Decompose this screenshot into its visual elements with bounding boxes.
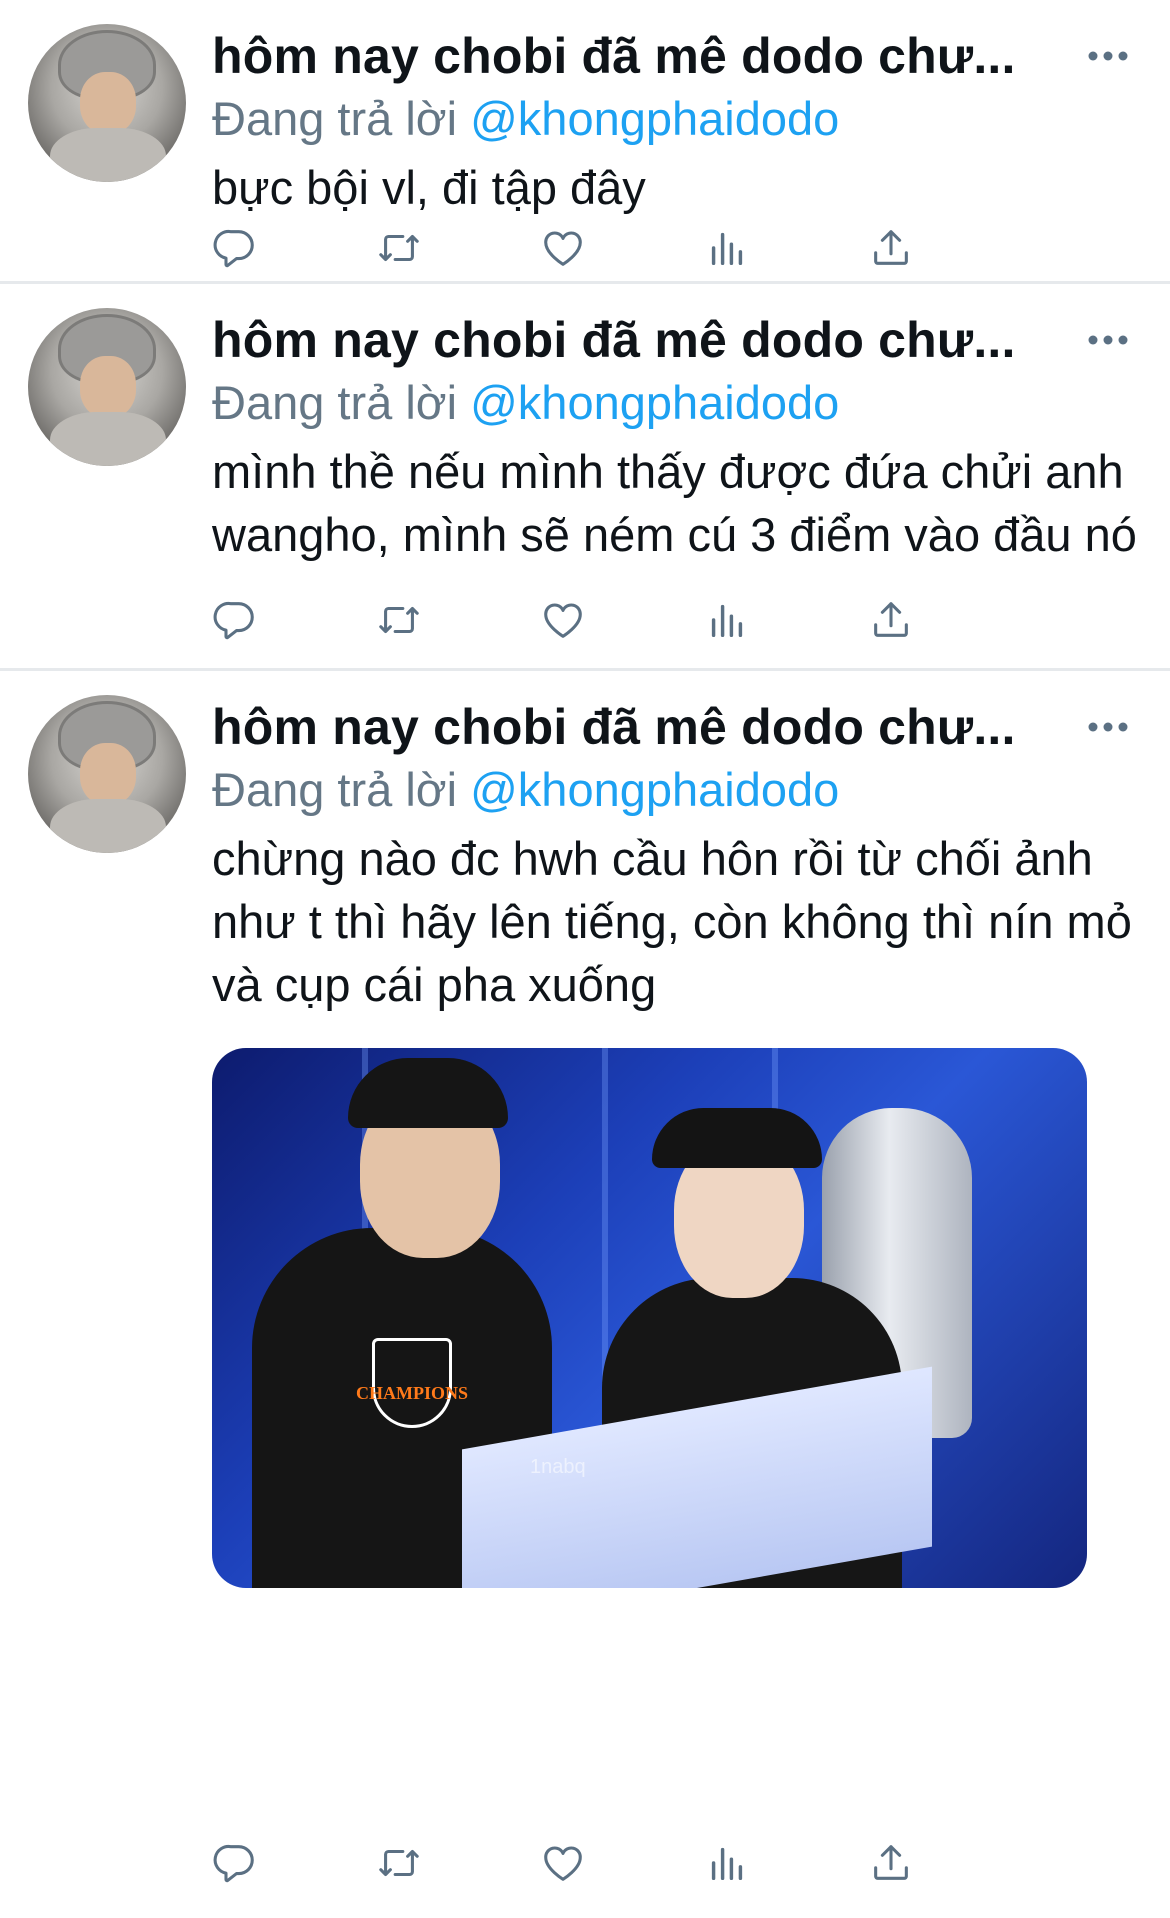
like-icon <box>544 603 582 638</box>
avatar-face <box>80 743 136 805</box>
reply-prefix: Đang trả lời <box>212 376 458 429</box>
share-icon <box>874 230 908 265</box>
analytics-icon <box>711 1847 743 1881</box>
reply-icon <box>213 1844 254 1883</box>
avatar-body <box>50 128 166 182</box>
tweet-actions <box>212 1833 1032 1893</box>
retweet-icon <box>379 1849 419 1877</box>
tweet-actions <box>212 218 1032 278</box>
person-left-cap <box>348 1058 508 1128</box>
tweet[interactable]: hôm nay chobi đã mê dodo chư... Đang trả… <box>0 0 1170 284</box>
reply-handle-link[interactable]: @khongphaidodo <box>470 92 839 145</box>
like-icon <box>544 231 582 266</box>
reply-icon <box>213 601 254 640</box>
reply-prefix: Đang trả lời <box>212 763 458 816</box>
tweet[interactable]: hôm nay chobi đã mê dodo chư... Đang trả… <box>0 671 1170 1918</box>
reply-icon <box>213 229 254 268</box>
tweet-photo[interactable]: CHAMPIONS 1nabq <box>212 1048 1087 1588</box>
analytics-icon <box>711 232 743 266</box>
avatar[interactable] <box>28 308 186 466</box>
retweet-button[interactable] <box>376 1833 540 1893</box>
share-icon <box>874 1845 908 1880</box>
reply-button[interactable] <box>212 590 376 650</box>
analytics-button[interactable] <box>704 218 868 278</box>
photo-watermark: 1nabq <box>530 1456 586 1478</box>
avatar-body <box>50 412 166 466</box>
reply-prefix: Đang trả lời <box>212 92 458 145</box>
more-options-icon[interactable] <box>1074 308 1130 372</box>
shirt-logo-text: CHAMPIONS <box>356 1383 468 1403</box>
like-button[interactable] <box>540 1833 704 1893</box>
avatar-face <box>80 356 136 418</box>
avatar-body <box>50 799 166 853</box>
tweet-actions <box>212 590 1032 650</box>
retweet-button[interactable] <box>376 590 540 650</box>
reply-button[interactable] <box>212 1833 376 1893</box>
analytics-button[interactable] <box>704 590 868 650</box>
reply-button[interactable] <box>212 218 376 278</box>
analytics-button[interactable] <box>704 1833 868 1893</box>
retweet-icon <box>379 606 419 634</box>
tweet-text: bực bội vl, đi tập đây <box>212 161 646 214</box>
author-name[interactable]: hôm nay chobi đã mê dodo chư... <box>212 695 1074 759</box>
tweet-text: mình thề nếu mình thấy được đứa chửi anh… <box>212 445 1137 561</box>
reply-context: Đang trả lời @khongphaidodo <box>212 372 1132 434</box>
reply-context: Đang trả lời @khongphaidodo <box>212 759 1132 821</box>
retweet-icon <box>379 234 419 262</box>
more-options-icon[interactable] <box>1074 24 1130 88</box>
reply-context: Đang trả lời @khongphaidodo <box>212 88 1132 150</box>
retweet-button[interactable] <box>376 218 540 278</box>
share-button[interactable] <box>868 1833 1032 1893</box>
person-right-cap <box>652 1108 822 1168</box>
avatar[interactable] <box>28 24 186 182</box>
like-icon <box>544 1846 582 1881</box>
share-icon <box>874 602 908 637</box>
tweet-text: chừng nào đc hwh cầu hôn rồi từ chối ảnh… <box>212 832 1132 1011</box>
tweet[interactable]: hôm nay chobi đã mê dodo chư... Đang trả… <box>0 284 1170 671</box>
avatar[interactable] <box>28 695 186 853</box>
reply-handle-link[interactable]: @khongphaidodo <box>470 763 839 816</box>
reply-handle-link[interactable]: @khongphaidodo <box>470 376 839 429</box>
author-name[interactable]: hôm nay chobi đã mê dodo chư... <box>212 308 1074 372</box>
like-button[interactable] <box>540 590 704 650</box>
more-options-icon[interactable] <box>1074 695 1130 759</box>
avatar-face <box>80 72 136 134</box>
like-button[interactable] <box>540 218 704 278</box>
share-button[interactable] <box>868 590 1032 650</box>
author-name[interactable]: hôm nay chobi đã mê dodo chư... <box>212 24 1074 88</box>
analytics-icon <box>711 604 743 638</box>
share-button[interactable] <box>868 218 1032 278</box>
